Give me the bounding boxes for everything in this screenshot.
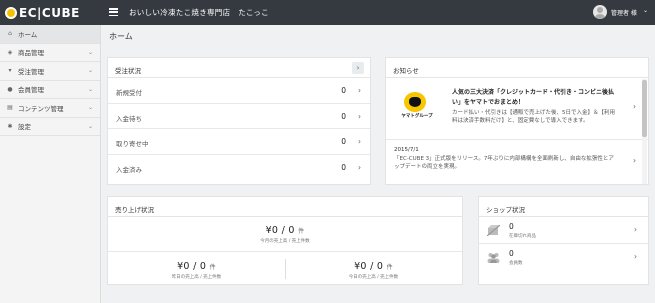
shop-label: 在庫切れ商品 — [509, 234, 536, 239]
sidebar-item-label: ホーム — [18, 30, 38, 39]
home-icon: ⌂ — [8, 30, 12, 38]
news-card: お知らせ ヤマトグループ 人気の三大決済「クレジットカード・代引き・コンビニ後払… — [385, 57, 649, 185]
shop-label: 会員数 — [509, 261, 523, 266]
chevron-right-icon: › — [358, 162, 361, 172]
yamato-logo: ヤマトグループ — [395, 92, 439, 122]
card-title: 売り上げ状況 — [108, 197, 462, 217]
menu-toggle-icon[interactable] — [109, 8, 118, 16]
sidebar-item-products[interactable]: ◈ 商品管理 ⌄ — [0, 44, 100, 62]
cart-icon: ▾ — [8, 67, 12, 75]
sidebar-item-label: 設定 — [18, 123, 31, 132]
avatar[interactable] — [593, 5, 607, 19]
user-name[interactable]: 管理者 様 — [611, 8, 637, 17]
shop-name: おいしい冷凍たこ焼き専門店 たこっこ — [129, 8, 269, 17]
shop-count: 0 — [509, 222, 514, 231]
order-row-label: 新規受付 — [116, 89, 142, 97]
news-title: 人気の三大決済「クレジットカード・代引き・コンビニ後払い」をヤマトでおまとめ！ — [452, 89, 615, 106]
chevron-right-icon[interactable]: › — [352, 62, 364, 74]
file-icon: ▤ — [7, 104, 13, 112]
sidebar-item-members[interactable]: ● 会員管理 ⌄ — [0, 81, 100, 99]
order-row-backorder[interactable]: 取り寄せ中 0 › — [108, 129, 370, 155]
shop-row-out-of-stock[interactable]: 0 在庫切れ商品 › — [479, 217, 648, 244]
order-status-card: 受注状況 › 新規受付 0 › 入金待ち 0 › 取り寄せ中 0 › 入金済み … — [107, 57, 371, 185]
order-row-count: 0 — [341, 111, 346, 121]
sidebar-item-label: 受注管理 — [18, 67, 44, 76]
card-title: ショップ状況 — [479, 197, 648, 217]
news-body: カード払い・代引きは【通販で売上げた後、5日で入金】＆【利用料は決済手数料だけ】… — [452, 110, 616, 124]
chevron-down-icon[interactable]: ⌄ — [643, 7, 648, 14]
sidebar-item-settings[interactable]: ✱ 設定 ⌄ — [0, 118, 100, 136]
top-header: EC|CUBE おいしい冷凍たこ焼き専門店 たこっこ 管理者 様 ⌄ — [0, 0, 655, 25]
sidebar-item-label: 会員管理 — [18, 86, 44, 95]
order-row-count: 0 — [341, 86, 346, 95]
members-icon — [487, 253, 500, 263]
card-title: 受注状況 — [108, 58, 370, 78]
sidebar-item-home[interactable]: ⌂ ホーム — [0, 25, 100, 44]
sales-label: 今日の売上高 / 売上件数 — [348, 275, 399, 280]
shop-status-card: ショップ状況 0 在庫切れ商品 › 0 会員数 › — [478, 196, 649, 285]
sales-amount: ¥0 / 0 件 — [354, 261, 393, 272]
chevron-down-icon: ⌄ — [87, 122, 93, 130]
card-title: お知らせ — [386, 58, 648, 78]
logo[interactable]: EC|CUBE — [5, 5, 80, 20]
page-title: ホーム — [109, 32, 133, 41]
out-of-stock-icon — [487, 225, 500, 236]
chevron-right-icon: › — [358, 111, 361, 121]
chevron-down-icon: ⌄ — [87, 67, 93, 74]
logo-text: EC|CUBE — [19, 5, 80, 20]
chevron-right-icon: › — [634, 225, 637, 234]
order-row-count: 0 — [341, 137, 346, 146]
news-item[interactable]: 2015/7/1 「EC-CUBE 3」正式版をリリース。7年ぶりに内部構構を全… — [386, 140, 648, 184]
user-icon: ● — [7, 85, 13, 93]
chevron-right-icon: › — [633, 102, 636, 111]
order-row-paid[interactable]: 入金済み 0 › — [108, 155, 370, 181]
sales-yesterday: ¥0 / 0 件 昨日の売上高 / 売上件数 — [108, 253, 285, 281]
order-row-label: 入金待ち — [116, 114, 142, 123]
sales-label: 今月の売上高 / 売上件数 — [260, 239, 310, 244]
sidebar-item-contents[interactable]: ▤ コンテンツ管理 ⌄ — [0, 99, 100, 118]
sidebar: ⌂ ホーム ◈ 商品管理 ⌄ ▾ 受注管理 ⌄ ● 会員管理 ⌄ ▤ コンテンツ… — [0, 25, 101, 303]
chevron-right-icon: › — [633, 156, 636, 165]
gear-icon: ✱ — [7, 122, 13, 130]
sales-today: ¥0 / 0 件 今日の売上高 / 売上件数 — [285, 253, 462, 281]
sales-label: 昨日の売上高 / 売上件数 — [171, 275, 222, 280]
chevron-right-icon: › — [634, 252, 637, 261]
sidebar-item-label: 商品管理 — [18, 49, 44, 58]
logo-mark — [5, 6, 17, 19]
order-row-awaiting-payment[interactable]: 入金待ち 0 › — [108, 104, 370, 129]
sales-card: 売り上げ状況 ¥0 / 0 件 今月の売上高 / 売上件数 ¥0 / 0 件 昨… — [107, 196, 463, 285]
news-body: 「EC-CUBE 3」正式版をリリース。7年ぶりに内部構構を全面刷新し、自由な拡… — [394, 156, 614, 170]
chevron-down-icon: ⌄ — [87, 48, 93, 56]
tag-icon: ◈ — [7, 48, 13, 56]
chevron-right-icon: › — [358, 86, 361, 95]
news-date: 2015/7/1 — [394, 147, 419, 153]
chevron-right-icon: › — [358, 137, 361, 146]
sidebar-item-label: コンテンツ管理 — [18, 104, 64, 113]
order-row-count: 0 — [341, 162, 346, 172]
chevron-down-icon: ⌄ — [87, 85, 93, 93]
order-row-new[interactable]: 新規受付 0 › — [108, 78, 370, 104]
chevron-down-icon: ⌄ — [87, 104, 93, 111]
cat-icon — [404, 92, 426, 112]
news-item[interactable]: ヤマトグループ 人気の三大決済「クレジットカード・代引き・コンビニ後払い」をヤマ… — [386, 78, 648, 140]
order-row-label: 取り寄せ中 — [116, 140, 149, 148]
shop-row-members[interactable]: 0 会員数 › — [479, 244, 648, 271]
sales-month: ¥0 / 0 件 今月の売上高 / 売上件数 — [108, 217, 462, 252]
sales-amount: ¥0 / 0 件 — [265, 225, 305, 236]
order-row-label: 入金済み — [116, 165, 142, 174]
sidebar-item-orders[interactable]: ▾ 受注管理 ⌄ — [0, 62, 100, 81]
scrollbar-thumb[interactable] — [642, 80, 647, 137]
sales-amount: ¥0 / 0 件 — [177, 261, 216, 272]
logo-brand: ヤマトグループ — [401, 114, 433, 119]
shop-count: 0 — [509, 249, 514, 258]
